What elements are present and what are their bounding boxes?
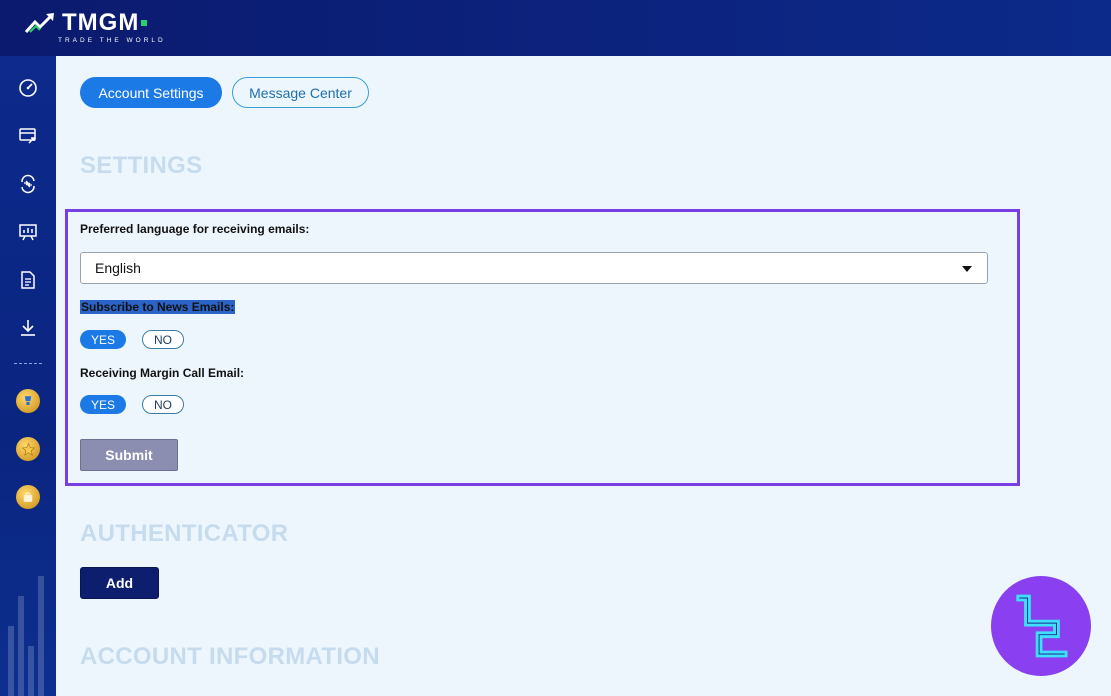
sidebar-divider: [14, 363, 42, 364]
decorative-candle-bars: [8, 576, 44, 696]
news-no-toggle[interactable]: NO: [142, 330, 184, 349]
margin-no-toggle[interactable]: NO: [142, 395, 184, 414]
settings-title: SETTINGS: [80, 152, 203, 179]
main-content: Account Settings Message Center SETTINGS…: [56, 56, 1111, 696]
shopping-bag-badge-icon[interactable]: [16, 485, 40, 509]
deposit-card-icon[interactable]: [17, 125, 39, 147]
logo-swoosh-icon: [24, 13, 54, 34]
authenticator-title: AUTHENTICATOR: [80, 520, 289, 547]
brand-dot: [141, 20, 148, 26]
star-badge-icon[interactable]: [16, 437, 40, 461]
brand-logo[interactable]: TMGM TRADE THE WORLD: [24, 9, 163, 44]
news-yes-toggle[interactable]: YES: [80, 330, 126, 349]
news-emails-label-text: Subscribe to News Emails:: [80, 300, 236, 314]
brand-tagline: TRADE THE WORLD: [58, 37, 166, 44]
language-label: Preferred language for receiving emails:: [80, 222, 310, 236]
sidebar: [0, 56, 56, 696]
watermark-logo-icon: [991, 576, 1091, 676]
transfer-arrows-icon[interactable]: [17, 173, 39, 195]
dashboard-gauge-icon[interactable]: [17, 77, 39, 99]
language-select-value: English: [95, 260, 141, 276]
document-icon[interactable]: [17, 269, 39, 291]
download-icon[interactable]: [17, 317, 39, 339]
tab-message-center[interactable]: Message Center: [232, 77, 369, 108]
tab-account-settings[interactable]: Account Settings: [80, 77, 222, 108]
language-select[interactable]: English: [80, 252, 988, 284]
chevron-down-icon: [962, 266, 972, 272]
brand-name: TMGM: [62, 9, 140, 36]
account-information-title: ACCOUNT INFORMATION: [80, 643, 380, 670]
trophy-badge-icon[interactable]: [16, 389, 40, 413]
trading-board-icon[interactable]: [17, 221, 39, 243]
submit-button[interactable]: Submit: [80, 439, 178, 471]
margin-yes-toggle[interactable]: YES: [80, 395, 126, 414]
margin-call-label: Receiving Margin Call Email:: [80, 366, 245, 380]
settings-highlight-frame: [65, 209, 1020, 486]
top-header: TMGM TRADE THE WORLD: [0, 0, 1111, 56]
news-emails-label: Subscribe to News Emails:: [80, 300, 236, 314]
add-authenticator-button[interactable]: Add: [80, 567, 159, 599]
